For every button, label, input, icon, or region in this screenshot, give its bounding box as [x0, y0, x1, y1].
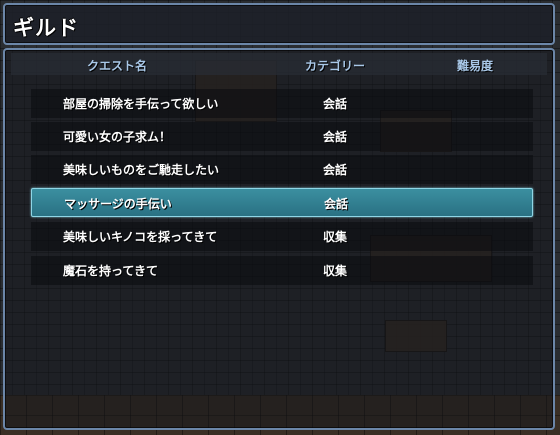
quest-row-selected[interactable]: マッサージの手伝い 会話 [31, 188, 533, 217]
quest-name: 美味しいキノコを採ってきて [63, 230, 218, 244]
quest-list-window: クエスト名 カテゴリー 難易度 部屋の掃除を手伝って欲しい 会話 可愛い女の子求… [3, 48, 555, 430]
quest-row[interactable]: 魔石を持ってきて 収集 [31, 256, 533, 285]
quest-category: 会話 [323, 130, 348, 144]
quest-name: 魔石を持ってきて [63, 264, 159, 278]
title-window: ギルド [3, 3, 555, 45]
quest-category: 会話 [323, 97, 348, 111]
quest-name: マッサージの手伝い [64, 197, 172, 211]
quest-category: 会話 [323, 163, 348, 177]
quest-category: 収集 [323, 230, 348, 244]
game-screen: ギルド クエスト名 カテゴリー 難易度 部屋の掃除を手伝って欲しい 会話 可愛い… [0, 0, 560, 435]
quest-row[interactable]: 可愛い女の子求ム！ 会話 [31, 122, 533, 151]
quest-category: 収集 [323, 264, 348, 278]
quest-category: 会話 [324, 197, 349, 211]
quest-row[interactable]: 美味しいものをご馳走したい 会話 [31, 155, 533, 184]
quest-row[interactable]: 美味しいキノコを採ってきて 収集 [31, 222, 533, 251]
quest-row[interactable]: 部屋の掃除を手伝って欲しい 会話 [31, 89, 533, 118]
quest-name: 部屋の掃除を手伝って欲しい [63, 97, 219, 111]
window-title: ギルド [13, 16, 79, 40]
quest-name: 美味しいものをご馳走したい [63, 163, 220, 177]
quest-list: 部屋の掃除を手伝って欲しい 会話 可愛い女の子求ム！ 会話 美味しいものをご馳走… [5, 50, 553, 428]
quest-name: 可愛い女の子求ム！ [63, 130, 172, 144]
